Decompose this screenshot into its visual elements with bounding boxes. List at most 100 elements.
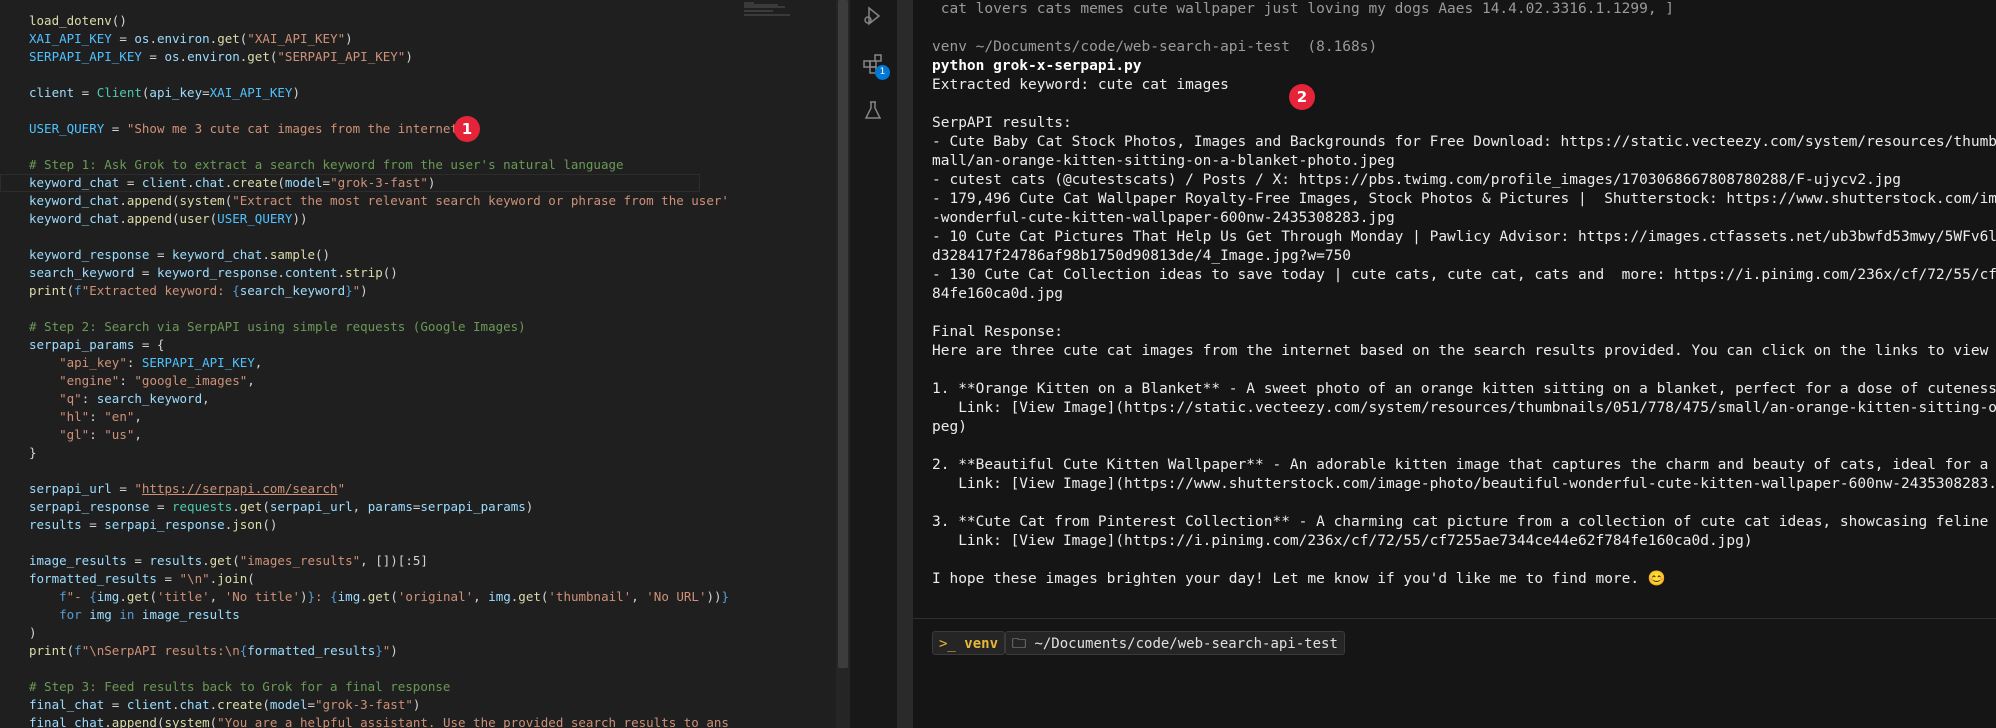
terminal-token: venv ~/Documents/code/web-search-api-tes… — [932, 39, 1378, 55]
code-token: final_chat — [29, 697, 105, 712]
code-token: "us" — [104, 427, 135, 442]
code-token: ( — [172, 193, 180, 208]
code-token: # Step 1: Ask Grok to extract a search k… — [29, 157, 624, 172]
code-token: ) — [427, 175, 436, 190]
code-token: "\n" — [179, 571, 210, 586]
code-token: . — [232, 499, 240, 514]
code-token: formatted_results — [29, 571, 157, 586]
code-line: client = Client(api_key=XAI_API_KEY) — [29, 84, 728, 102]
terminal-token: - 179,496 Cute Cat Wallpaper Royalty-Fre… — [932, 191, 1996, 207]
code-line: serpapi_response = requests.get(serpapi_… — [29, 498, 728, 516]
code-token: results — [29, 517, 82, 532]
code-token: , — [247, 373, 255, 388]
code-token: , — [254, 355, 263, 370]
annotation-marker-1: 1 — [454, 116, 480, 142]
terminal-line: SerpAPI results: — [932, 114, 1996, 133]
code-token: XAI_API_KEY — [209, 85, 293, 100]
code-token: ) — [292, 85, 300, 100]
code-token: , — [473, 589, 489, 604]
code-token: ) — [525, 499, 534, 514]
code-token: serpapi_response — [29, 499, 150, 514]
code-token: get — [217, 31, 240, 46]
code-token: "grok-3-fast" — [315, 697, 413, 712]
code-token: "images_results" — [239, 553, 361, 568]
code-token: join — [217, 571, 248, 586]
run-debug-icon[interactable] — [861, 4, 885, 28]
code-token: img — [96, 589, 120, 604]
code-token: = — [104, 697, 127, 712]
code-token: = — [126, 553, 150, 568]
minimap-line — [744, 14, 791, 16]
code-lines[interactable]: load_dotenv() XAI_API_KEY = os.environ.ge… — [29, 12, 728, 728]
code-token: "api_key" — [59, 355, 127, 370]
prompt-separator — [913, 618, 1996, 619]
editor-scrollbar[interactable] — [836, 0, 850, 728]
code-line: "gl": "us", — [29, 426, 728, 444]
code-token: system — [179, 193, 225, 208]
code-token: . — [104, 715, 112, 728]
code-token: image_results — [29, 553, 127, 568]
terminal-line: - Cute Baby Cat Stock Photos, Images and… — [932, 133, 1996, 152]
code-token: , — [202, 391, 210, 406]
terminal-line: cat lovers cats memes cute wallpaper jus… — [932, 0, 1996, 19]
code-token: = — [104, 121, 127, 136]
code-token: chat — [179, 697, 210, 712]
venv-chip[interactable]: >_ venv — [932, 631, 1006, 655]
code-token: system — [164, 715, 210, 728]
terminal-line: Final Response: — [932, 323, 1996, 342]
code-token: ) — [360, 283, 368, 298]
folder-icon: 🗀 — [1012, 636, 1026, 652]
minimap[interactable] — [736, 0, 836, 728]
editor-scrollbar-thumb[interactable] — [838, 0, 848, 668]
terminal-prompt-icon: >_ — [939, 636, 956, 652]
code-line: "api_key": SERPAPI_API_KEY, — [29, 354, 728, 372]
code-token: get — [518, 589, 541, 604]
code-token: { — [89, 589, 97, 604]
code-token: client — [141, 175, 188, 190]
code-token: "Extract the most relevant search keywor… — [232, 193, 728, 208]
code-token: params — [367, 499, 413, 514]
code-token: "hl" — [59, 409, 90, 424]
code-token: . — [119, 193, 127, 208]
terminal-panel[interactable]: cat lovers cats memes cute wallpaper jus… — [913, 0, 1996, 728]
code-token: : — [119, 373, 135, 388]
testing-flask-icon[interactable] — [861, 99, 885, 123]
venv-label: venv — [964, 636, 999, 652]
code-editor[interactable]: load_dotenv() XAI_API_KEY = os.environ.ge… — [0, 0, 836, 728]
code-token: " — [134, 481, 142, 496]
code-token: , — [631, 589, 647, 604]
code-token: get — [239, 499, 263, 514]
code-token: 'thumbnail' — [548, 589, 632, 604]
code-token: " — [337, 481, 346, 496]
code-token: create — [217, 697, 263, 712]
terminal-token: - cutest cats (@cutestscats) / Posts / X… — [932, 172, 1902, 188]
code-line: # Step 2: Search via SerpAPI using simpl… — [29, 318, 728, 336]
code-token: f — [74, 283, 82, 298]
code-token: "q" — [59, 391, 82, 406]
terminal-token: - Cute Baby Cat Stock Photos, Images and… — [932, 134, 1996, 150]
code-token: os — [164, 49, 180, 64]
code-token: USER_QUERY — [217, 211, 293, 226]
code-token: search_keyword — [239, 283, 346, 298]
pane-divider[interactable] — [897, 0, 913, 728]
cwd-chip[interactable]: 🗀 ~/Documents/code/web-search-api-test — [1005, 631, 1345, 655]
code-line: serpapi_params = { — [29, 336, 728, 354]
code-line: # Step 3: Feed results back to Grok for … — [29, 678, 728, 696]
notification-badge: 1 — [875, 65, 890, 80]
code-token: = — [111, 481, 135, 496]
code-token: sample — [269, 247, 315, 262]
code-token: append — [126, 211, 172, 226]
code-token: , [])[:5] — [360, 553, 428, 568]
code-token: keyword_chat — [172, 247, 263, 262]
code-token: in — [119, 607, 135, 622]
code-token: , — [134, 427, 142, 442]
code-token: ) — [390, 643, 398, 658]
terminal-token: Extracted keyword: cute cat images — [932, 77, 1229, 93]
